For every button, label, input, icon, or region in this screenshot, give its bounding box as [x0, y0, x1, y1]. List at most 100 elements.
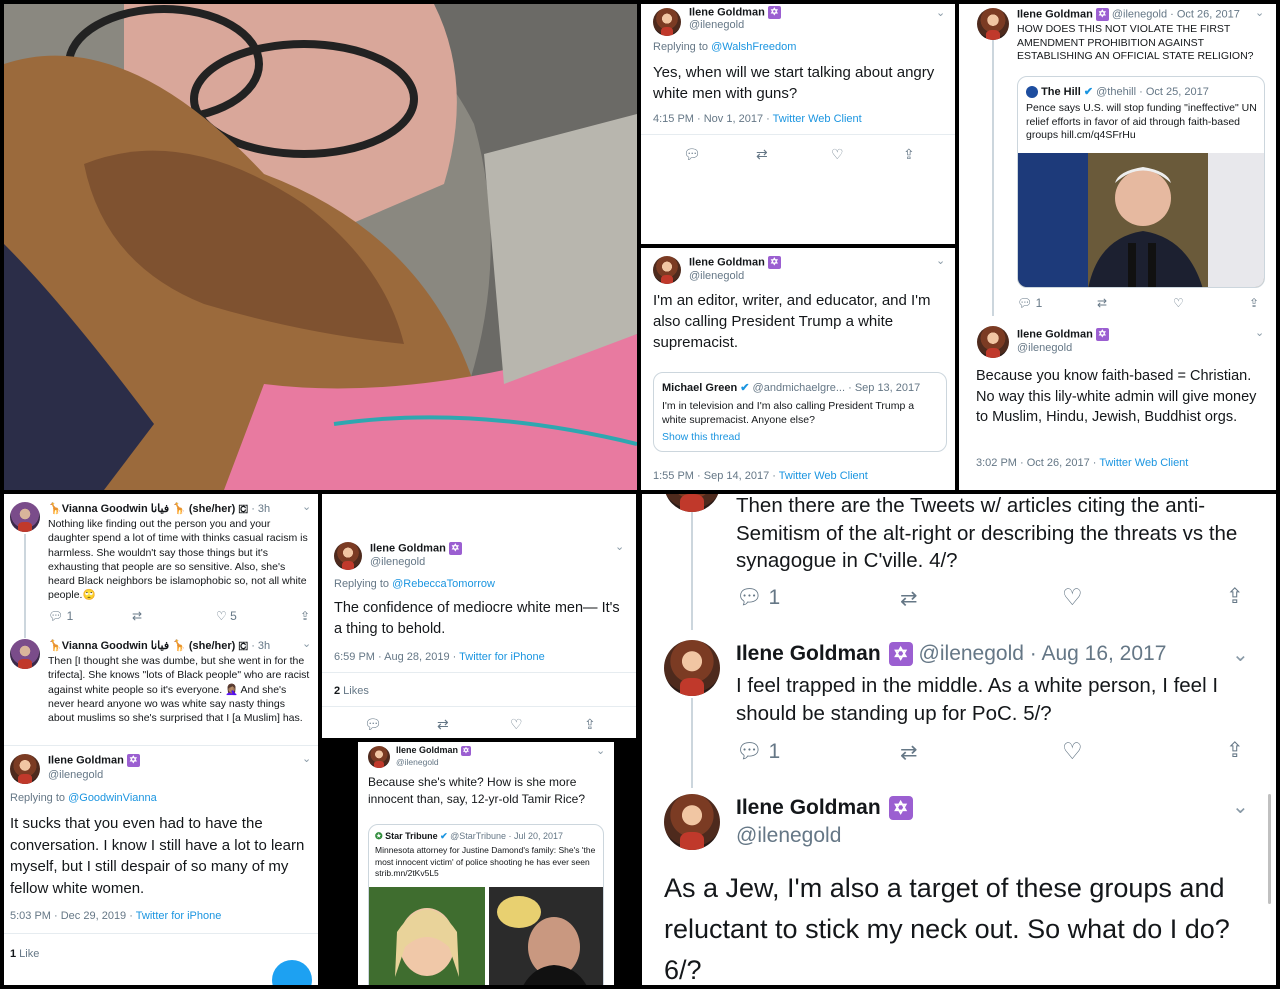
like-icon[interactable]: ♡: [510, 716, 523, 733]
author-name[interactable]: Ilene Goldman: [370, 542, 446, 554]
chevron-down-icon[interactable]: ⌄: [302, 752, 311, 765]
author-name[interactable]: 🦒Vianna Goodwin فيانا 🦒 (she/her) 🇨: [48, 640, 248, 652]
author-handle: @ilenegold: [689, 270, 745, 282]
author-name[interactable]: Ilene Goldman: [1017, 8, 1093, 20]
avatar[interactable]: [977, 326, 1009, 358]
avatar[interactable]: [977, 8, 1009, 40]
client-link[interactable]: Twitter Web Client: [779, 470, 868, 482]
retweet-icon[interactable]: ⇄: [132, 609, 142, 623]
tweet-card-first-amendment[interactable]: Ilene Goldman ✡ @ilenegold · Oct 26, 2017…: [959, 4, 1276, 490]
chevron-down-icon[interactable]: ⌄: [596, 744, 605, 757]
share-icon[interactable]: ⇪: [584, 716, 596, 733]
tweet-card-angry-white-men[interactable]: Ilene Goldman ✡ @ilenegold ⌄ Replying to …: [641, 4, 955, 244]
chevron-down-icon[interactable]: ⌄: [1255, 326, 1264, 339]
chevron-down-icon[interactable]: ⌄: [1232, 642, 1249, 667]
retweet-icon[interactable]: ⇄: [1097, 296, 1107, 310]
tweet-card-mediocre-white-men[interactable]: Ilene Goldman ✡ @ilenegold ⌄ Replying to …: [322, 494, 636, 738]
author-handle: @ilenegold: [689, 19, 745, 31]
reply-icon[interactable]: 💬︎ 1: [1017, 296, 1042, 310]
quoted-tweet[interactable]: ✪ Star Tribune ✔ @StarTribune · Jul 20, …: [368, 824, 604, 985]
replying-to-link[interactable]: @GoodwinVianna: [68, 792, 157, 804]
avatar[interactable]: [334, 542, 362, 570]
avatar[interactable]: [664, 494, 720, 512]
retweet-icon[interactable]: ⇄: [437, 716, 449, 733]
client-link[interactable]: Twitter for iPhone: [136, 910, 222, 922]
tweet-card-tamir-rice[interactable]: Ilene Goldman ✡ @ilenegold ⌄ Because she'…: [358, 742, 614, 985]
replying-to-link[interactable]: @WalshFreedom: [711, 41, 796, 53]
client-link[interactable]: Twitter for iPhone: [459, 651, 545, 663]
show-thread-link[interactable]: Show this thread: [662, 431, 740, 443]
author-name[interactable]: Ilene Goldman: [689, 256, 765, 268]
chevron-down-icon[interactable]: ⌄: [302, 637, 311, 650]
like-icon[interactable]: ♡ 5: [216, 609, 237, 623]
like-count: 5: [230, 609, 237, 623]
quoted-tweet[interactable]: Michael Green ✔ @andmichaelgre... · Sep …: [653, 372, 947, 452]
author-name[interactable]: Ilene Goldman: [736, 796, 881, 819]
author-name[interactable]: Ilene Goldman: [689, 6, 765, 18]
client-link[interactable]: Twitter Web Client: [773, 113, 862, 125]
author-handle: @ilenegold: [1017, 342, 1073, 354]
chevron-down-icon[interactable]: ⌄: [1255, 6, 1264, 19]
author-name[interactable]: Ilene Goldman: [396, 745, 458, 755]
avatar[interactable]: [368, 746, 390, 768]
author-name[interactable]: 🦒Vianna Goodwin فيانا 🦒 (she/her) 🇨: [48, 503, 248, 515]
avatar[interactable]: [10, 639, 40, 669]
quoted-author-name: Star Tribune: [385, 831, 438, 841]
author-name[interactable]: Ilene Goldman: [1017, 328, 1093, 340]
reply-count: 1: [768, 740, 781, 763]
author-handle: @ilenegold: [48, 769, 104, 781]
avatar[interactable]: [664, 794, 720, 850]
thehill-logo-icon: [1026, 86, 1038, 99]
share-icon[interactable]: ⇪: [1249, 296, 1259, 310]
like-icon[interactable]: ♡: [1062, 584, 1083, 611]
reply-icon[interactable]: 💬︎ 1: [736, 740, 780, 764]
avatar[interactable]: [653, 8, 681, 36]
tweet-card-thread-4-6[interactable]: Then there are the Tweets w/ articles ci…: [642, 494, 1276, 985]
author-handle: @ilenegold: [396, 757, 439, 767]
share-icon[interactable]: ⇪: [300, 609, 310, 623]
star-of-david-icon: ✡: [1095, 8, 1109, 21]
retweet-icon[interactable]: ⇄: [756, 146, 768, 163]
chevron-down-icon[interactable]: ⌄: [615, 540, 624, 553]
reply-icon[interactable]: 💬︎ 1: [48, 609, 73, 623]
avatar[interactable]: [10, 754, 40, 784]
like-icon[interactable]: ♡: [1173, 296, 1184, 310]
tweet-text: It sucks that you even had to have the c…: [10, 815, 305, 897]
thread-line: [992, 40, 994, 316]
retweet-icon[interactable]: ⇄: [900, 740, 918, 765]
chevron-down-icon[interactable]: ⌄: [1232, 794, 1249, 819]
scrollbar[interactable]: [1268, 794, 1271, 904]
tweet-text: Then there are the Tweets w/ articles ci…: [736, 494, 1238, 572]
tweet-card-vianna-thread[interactable]: 🦒Vianna Goodwin فيانا 🦒 (she/her) 🇨 · 3h…: [4, 494, 318, 985]
retweet-icon[interactable]: ⇄: [900, 586, 918, 611]
verified-icon: ✔: [1083, 86, 1094, 98]
avatar[interactable]: [653, 256, 681, 284]
reply-icon[interactable]: 💬︎: [364, 716, 382, 733]
share-icon[interactable]: ⇪: [903, 146, 915, 163]
compose-button[interactable]: [272, 960, 312, 985]
avatar[interactable]: [664, 640, 720, 696]
like-icon[interactable]: ♡: [1062, 738, 1083, 765]
quoted-tweet[interactable]: The Hill ✔ @thehill · Oct 25, 2017 Pence…: [1017, 76, 1265, 288]
like-summary[interactable]: 1 Like: [10, 948, 39, 960]
like-icon[interactable]: ♡: [831, 146, 844, 163]
reply-icon[interactable]: 💬︎: [683, 146, 701, 163]
tweet-text: Nothing like finding out the person you …: [48, 518, 308, 602]
share-icon[interactable]: ⇪: [1226, 584, 1244, 609]
reply-icon[interactable]: 💬︎ 1: [736, 586, 780, 610]
author-name[interactable]: Ilene Goldman: [48, 754, 124, 766]
like-summary[interactable]: 2 Likes: [334, 685, 369, 697]
tweet-timestamp: 6:59 PM · Aug 28, 2019 · Twitter for iPh…: [334, 651, 545, 663]
verified-icon: ✔: [440, 831, 448, 841]
chevron-down-icon[interactable]: ⌄: [936, 6, 945, 19]
avatar[interactable]: [10, 502, 40, 532]
tweet-card-editor-writer[interactable]: Ilene Goldman ✡ @ilenegold ⌄ I'm an edito…: [641, 248, 955, 490]
author-name[interactable]: Ilene Goldman: [736, 642, 881, 665]
author-handle: @ilenegold: [370, 556, 426, 568]
client-link[interactable]: Twitter Web Client: [1099, 457, 1188, 469]
chevron-down-icon[interactable]: ⌄: [302, 500, 311, 513]
share-icon[interactable]: ⇪: [1226, 738, 1244, 763]
tweet-text: Yes, when will we start talking about an…: [653, 64, 935, 102]
replying-to-link[interactable]: @RebeccaTomorrow: [392, 578, 495, 590]
chevron-down-icon[interactable]: ⌄: [936, 254, 945, 267]
